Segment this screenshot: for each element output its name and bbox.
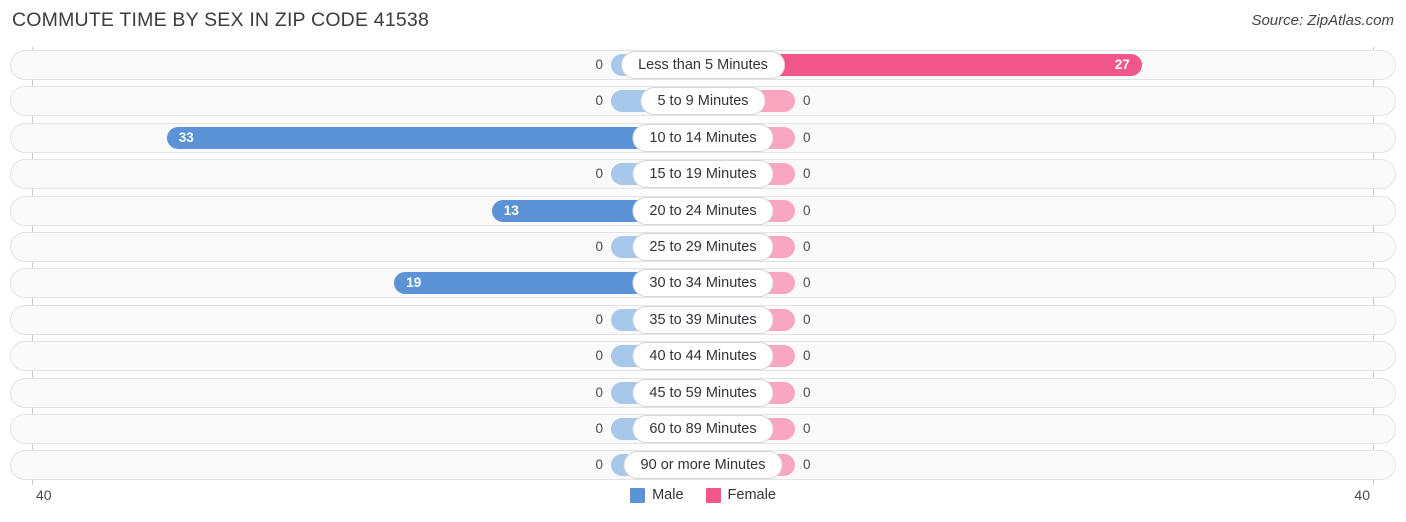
legend-item-male[interactable]: Male bbox=[630, 487, 684, 503]
bar-value-female: 27 bbox=[1114, 57, 1130, 72]
chart-row: 0 0 35 to 39 Minutes bbox=[10, 304, 1396, 335]
chart-row: 19 0 30 to 34 Minutes bbox=[10, 268, 1396, 299]
bar-value-male: 0 bbox=[595, 457, 603, 473]
chart-row: 0 0 40 to 44 Minutes bbox=[10, 341, 1396, 372]
bar-value-female: 0 bbox=[803, 457, 811, 473]
bar-value-female: 0 bbox=[803, 311, 811, 327]
bar-value-male: 0 bbox=[595, 93, 603, 109]
page-title: COMMUTE TIME BY SEX IN ZIP CODE 41538 bbox=[12, 9, 430, 31]
row-label-pill: 5 to 9 Minutes bbox=[640, 87, 766, 116]
bar-value-male: 33 bbox=[178, 129, 194, 145]
bar-value-male: 0 bbox=[595, 57, 603, 72]
chart-row: 13 0 20 to 24 Minutes bbox=[10, 195, 1396, 226]
bar-value-male: 19 bbox=[406, 275, 422, 291]
chart-footer: 40 40 Male Female bbox=[0, 485, 1406, 522]
chart-row: 33 0 10 to 14 Minutes bbox=[10, 122, 1396, 153]
row-label-pill: 20 to 24 Minutes bbox=[632, 196, 774, 225]
row-label-pill: 10 to 14 Minutes bbox=[632, 123, 774, 152]
legend-label-male: Male bbox=[652, 487, 684, 503]
chart-row: 0 0 60 to 89 Minutes bbox=[10, 414, 1396, 444]
bar-value-female: 0 bbox=[803, 93, 811, 109]
bar-value-female: 0 bbox=[803, 384, 811, 400]
bar-value-female: 0 bbox=[803, 239, 811, 254]
commute-time-chart: COMMUTE TIME BY SEX IN ZIP CODE 41538 So… bbox=[0, 0, 1406, 522]
row-label-pill: 40 to 44 Minutes bbox=[632, 342, 774, 371]
legend-swatch-male-icon bbox=[630, 487, 646, 503]
row-label-pill: Less than 5 Minutes bbox=[621, 51, 785, 79]
source-attribution: Source: ZipAtlas.com bbox=[1251, 12, 1394, 29]
chart-row: 0 0 90 or more Minutes bbox=[10, 450, 1396, 481]
bar-value-female: 0 bbox=[803, 166, 811, 182]
row-label-pill: 25 to 29 Minutes bbox=[632, 233, 774, 261]
bar-value-female: 0 bbox=[803, 202, 811, 218]
legend-label-female: Female bbox=[727, 487, 776, 503]
bar-value-male: 0 bbox=[595, 348, 603, 364]
chart-row: 0 0 25 to 29 Minutes bbox=[10, 232, 1396, 262]
bar-male[interactable]: 33 bbox=[166, 126, 703, 149]
row-label-pill: 30 to 34 Minutes bbox=[632, 269, 774, 298]
chart-legend: Male Female bbox=[0, 487, 1406, 503]
plot-area: 0 27 Less than 5 Minutes 0 0 5 to 9 Minutes 33… bbox=[0, 47, 1406, 485]
bar-value-male: 0 bbox=[595, 166, 603, 182]
bar-value-female: 0 bbox=[803, 129, 811, 145]
row-label-pill: 15 to 19 Minutes bbox=[632, 160, 774, 189]
chart-row: 0 0 15 to 19 Minutes bbox=[10, 159, 1396, 190]
bar-value-male: 0 bbox=[595, 384, 603, 400]
row-label-pill: 90 or more Minutes bbox=[623, 451, 783, 480]
row-label-pill: 45 to 59 Minutes bbox=[632, 378, 774, 407]
bar-value-male: 0 bbox=[595, 239, 603, 254]
row-label-pill: 60 to 89 Minutes bbox=[632, 415, 774, 443]
chart-row: 0 0 45 to 59 Minutes bbox=[10, 377, 1396, 408]
bar-value-female: 0 bbox=[803, 348, 811, 364]
chart-row: 0 0 5 to 9 Minutes bbox=[10, 86, 1396, 117]
chart-row: 0 27 Less than 5 Minutes bbox=[10, 50, 1396, 80]
bar-value-male: 13 bbox=[503, 202, 519, 218]
bar-value-male: 0 bbox=[595, 311, 603, 327]
bar-value-female: 0 bbox=[803, 421, 811, 436]
bar-value-female: 0 bbox=[803, 275, 811, 291]
legend-swatch-female-icon bbox=[705, 487, 721, 503]
bar-value-male: 0 bbox=[595, 421, 603, 436]
legend-item-female[interactable]: Female bbox=[705, 487, 776, 503]
row-label-pill: 35 to 39 Minutes bbox=[632, 305, 774, 334]
